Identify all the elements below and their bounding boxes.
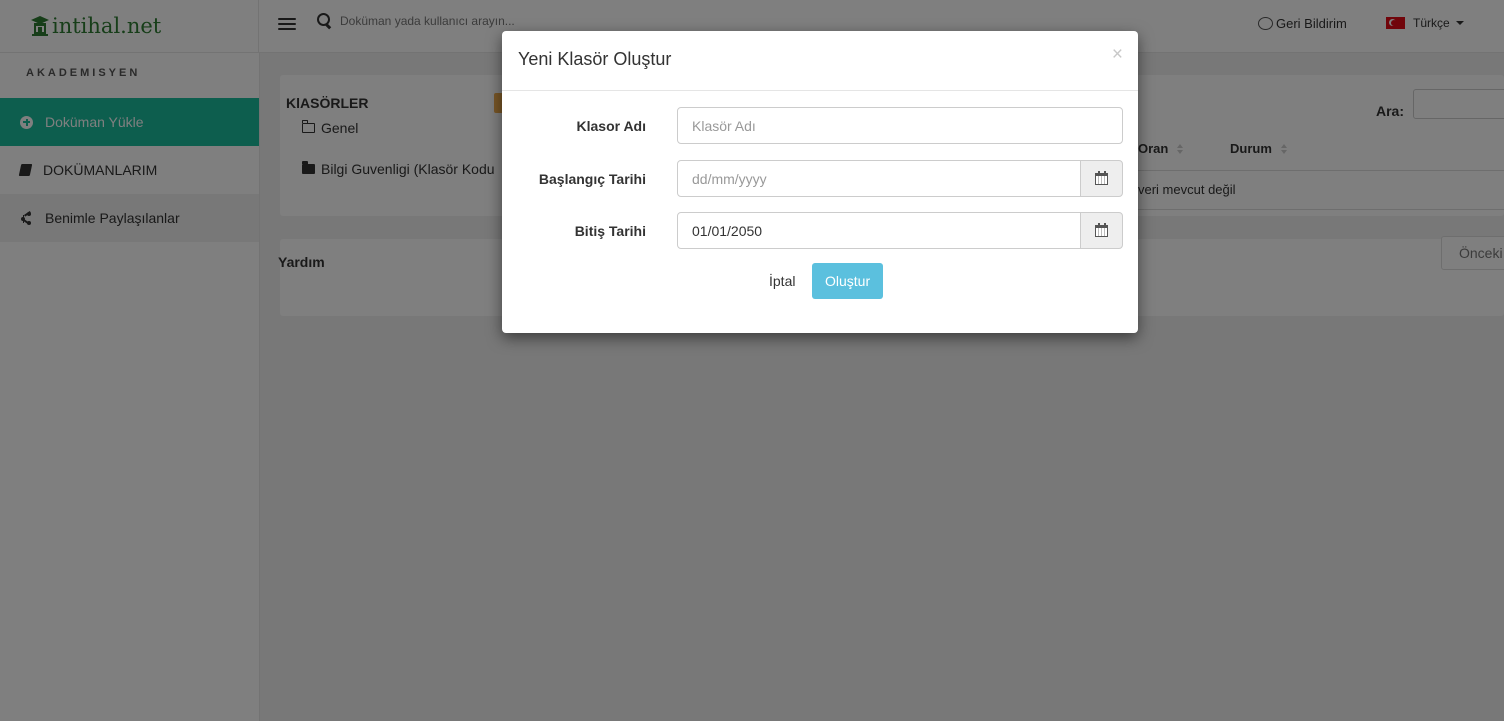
- start-date-input[interactable]: [677, 160, 1081, 197]
- end-date-picker-button[interactable]: [1080, 212, 1123, 249]
- create-button[interactable]: Oluştur: [812, 263, 884, 299]
- calendar-icon: [1095, 222, 1108, 237]
- calendar-icon: [1095, 170, 1108, 185]
- start-date-picker-button[interactable]: [1080, 160, 1123, 197]
- start-date-label: Başlangıç Tarihi: [538, 171, 646, 187]
- modal-header: Yeni Klasör Oluştur ×: [502, 31, 1138, 91]
- close-icon[interactable]: ×: [1112, 45, 1123, 64]
- modal-title: Yeni Klasör Oluştur: [518, 49, 672, 69]
- new-folder-modal: Yeni Klasör Oluştur × Klasor Adı Başlang…: [502, 31, 1138, 333]
- folder-name-input[interactable]: [677, 107, 1123, 144]
- end-date-label: Bitiş Tarihi: [574, 223, 646, 239]
- folder-name-label: Klasor Adı: [576, 118, 647, 134]
- end-date-input[interactable]: [677, 212, 1081, 249]
- cancel-button[interactable]: İptal: [763, 263, 801, 299]
